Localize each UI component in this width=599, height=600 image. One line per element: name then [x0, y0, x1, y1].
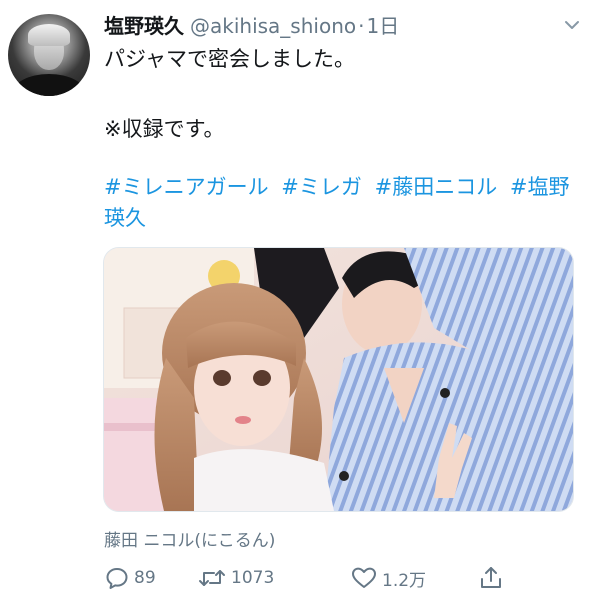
tweet-text-line: ※収録です。: [104, 117, 225, 141]
hashtag-link[interactable]: #藤田ニコル: [375, 175, 498, 199]
separator-dot: ·: [358, 14, 365, 38]
reply-icon: [106, 568, 128, 589]
hashtag-list: #ミレニアガール #ミレガ #藤田ニコル #塩野瑛久: [104, 172, 574, 234]
tweet-card[interactable]: 塩野瑛久 @akihisa_shiono · 1日 パジャマで密会しました。 ※…: [0, 0, 599, 600]
retweet-count: 1073: [231, 568, 275, 588]
reply-count: 89: [134, 568, 156, 588]
like-count: 1.2万: [382, 570, 427, 591]
timestamp[interactable]: 1日: [366, 10, 399, 39]
retweet-button[interactable]: 1073: [197, 563, 274, 593]
retweet-icon: [199, 570, 225, 586]
share-icon: [481, 567, 501, 588]
hashtag-link[interactable]: #ミレニアガール: [104, 175, 269, 199]
chevron-down-icon[interactable]: [561, 14, 583, 36]
heart-icon: [352, 567, 376, 588]
tweet-header: 塩野瑛久 @akihisa_shiono · 1日: [104, 10, 399, 40]
share-button[interactable]: [478, 563, 508, 593]
avatar[interactable]: [8, 14, 90, 96]
tweet-actions: 89 1073 1.2万: [104, 563, 584, 593]
tweet-text-line: パジャマで密会しました。: [104, 47, 355, 71]
photo-tag-caption[interactable]: 藤田 ニコル(にこるん): [104, 526, 275, 551]
user-handle[interactable]: @akihisa_shiono: [190, 14, 356, 38]
like-button[interactable]: 1.2万: [350, 563, 426, 593]
hashtag-link[interactable]: #ミレガ: [281, 175, 362, 199]
tweet-photo[interactable]: [103, 247, 574, 512]
display-name[interactable]: 塩野瑛久: [104, 10, 184, 39]
reply-button[interactable]: 89: [104, 563, 156, 593]
